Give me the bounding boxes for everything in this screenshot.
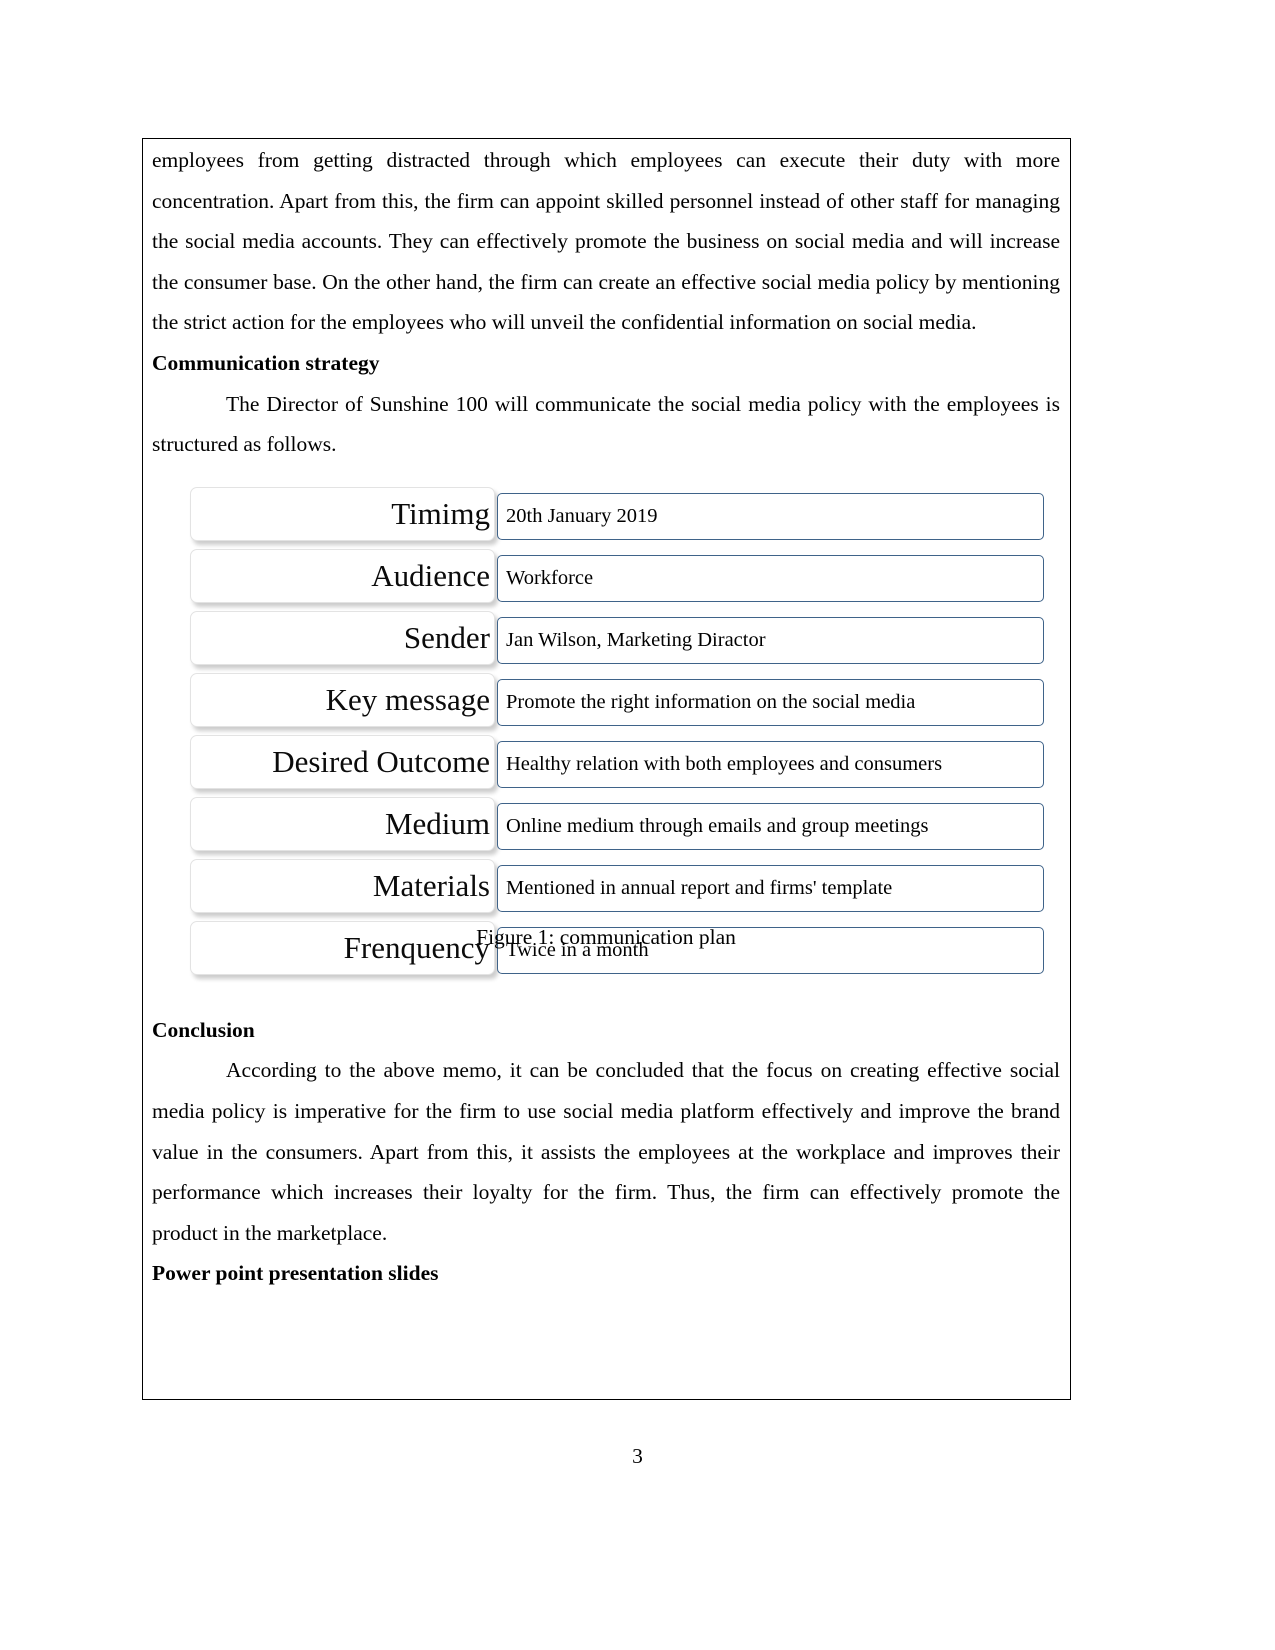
paragraph-conclusion: According to the above memo, it can be c… bbox=[152, 1058, 1060, 1245]
plan-value-box: Healthy relation with both employees and… bbox=[497, 740, 1044, 788]
plan-value-box: Jan Wilson, Marketing Diractor bbox=[497, 616, 1044, 664]
plan-value-text: Jan Wilson, Marketing Diractor bbox=[506, 629, 766, 651]
plan-value-box: Workforce bbox=[497, 554, 1044, 602]
plan-value-box: Online medium through emails and group m… bbox=[497, 802, 1044, 850]
plan-label-box: Sender bbox=[190, 610, 495, 665]
plan-label-box: Materials bbox=[190, 858, 495, 913]
plan-row: Key message Promote the right informatio… bbox=[152, 672, 1060, 735]
page-number: 3 bbox=[632, 1444, 643, 1468]
plan-value-text: Workforce bbox=[506, 567, 594, 589]
plan-label-text: Materials bbox=[372, 868, 490, 904]
plan-label-text: Medium bbox=[384, 806, 490, 842]
plan-value-text: 20th January 2019 bbox=[506, 505, 658, 527]
heading-conclusion: Conclusion bbox=[152, 1017, 255, 1042]
heading-communication-strategy: Communication strategy bbox=[152, 350, 380, 375]
plan-row: Audience Workforce bbox=[152, 548, 1060, 611]
plan-row: Timimg 20th January 2019 bbox=[152, 486, 1060, 549]
plan-value-box: 20th January 2019 bbox=[497, 492, 1044, 540]
plan-label-text: Audience bbox=[371, 558, 490, 594]
plan-row: Desired Outcome Healthy relation with bo… bbox=[152, 734, 1060, 797]
plan-label-box: Medium bbox=[190, 796, 495, 851]
plan-label-box: Key message bbox=[190, 672, 495, 727]
plan-label-box: Audience bbox=[190, 548, 495, 603]
plan-label-text: Key message bbox=[325, 682, 490, 718]
figure-communication-plan: Timimg 20th January 2019 Audience Workfo… bbox=[152, 486, 1060, 984]
plan-value-text: Online medium through emails and group m… bbox=[506, 815, 929, 837]
plan-label-box: Desired Outcome bbox=[190, 734, 495, 789]
page-content: employees from getting distracted throug… bbox=[152, 140, 1060, 1294]
plan-value-box: Mentioned in annual report and firms' te… bbox=[497, 864, 1044, 912]
plan-label-text: Sender bbox=[403, 620, 490, 656]
paragraph-communication-intro: The Director of Sunshine 100 will commun… bbox=[152, 391, 1060, 457]
plan-label-box: Timimg bbox=[190, 486, 495, 541]
plan-value-text: Promote the right information on the soc… bbox=[506, 691, 916, 713]
heading-ppt-slides: Power point presentation slides bbox=[152, 1261, 439, 1286]
plan-row: Sender Jan Wilson, Marketing Diractor bbox=[152, 610, 1060, 673]
plan-value-text: Healthy relation with both employees and… bbox=[506, 753, 943, 775]
plan-label-text: Timimg bbox=[391, 496, 490, 532]
plan-row: Medium Online medium through emails and … bbox=[152, 796, 1060, 859]
paragraph-social-media-policy: employees from getting distracted throug… bbox=[152, 148, 1060, 335]
plan-value-box: Promote the right information on the soc… bbox=[497, 678, 1044, 726]
plan-value-text: Mentioned in annual report and firms' te… bbox=[506, 877, 893, 899]
plan-row: Materials Mentioned in annual report and… bbox=[152, 858, 1060, 921]
plan-label-text: Desired Outcome bbox=[272, 744, 490, 780]
figure-caption: Figure 1: communication plan bbox=[476, 924, 736, 949]
